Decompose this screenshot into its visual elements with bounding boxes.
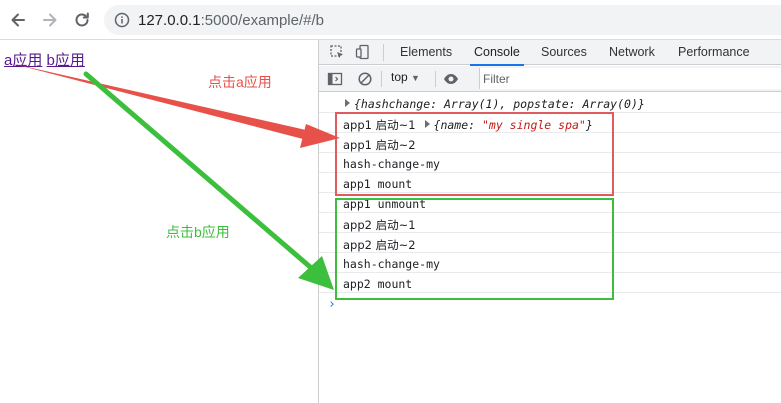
console-toolbar: top ▼ Filter xyxy=(319,66,781,92)
context-selector[interactable]: top ▼ xyxy=(391,70,420,84)
link-a-app[interactable]: a应用 xyxy=(4,52,42,69)
log-text: hash-change-my xyxy=(343,257,440,271)
link-b-app[interactable]: b应用 xyxy=(47,52,85,69)
log-text: hash-change-my xyxy=(343,157,440,171)
browser-toolbar: 127.0.0.1:5000/example/#/b xyxy=(0,0,781,40)
log-text: app2 启动~1 xyxy=(343,218,416,232)
log-object: {hashchange: Array(1), popstate: Array(0… xyxy=(354,97,645,111)
inspect-element-icon[interactable] xyxy=(329,44,345,60)
log-text: app1 mount xyxy=(343,177,413,191)
console-line: app1 mount xyxy=(319,173,781,193)
console-output: {hashchange: Array(1), popstate: Array(0… xyxy=(319,93,781,403)
arrow-left-icon xyxy=(11,13,25,27)
devtools-tabbar: Elements Console Sources Network Perform… xyxy=(319,40,781,66)
screenshot: 127.0.0.1:5000/example/#/b a应用 b应用 点击a应用… xyxy=(0,0,781,403)
tab-network[interactable]: Network xyxy=(609,40,655,65)
annotation-click-a: 点击a应用 xyxy=(208,74,272,90)
back-button[interactable] xyxy=(6,8,30,32)
expand-triangle-icon[interactable] xyxy=(345,99,350,107)
console-line: app1 unmount xyxy=(319,193,781,213)
green-arrow xyxy=(83,71,334,290)
device-toolbar-icon[interactable] xyxy=(355,44,371,60)
eye-icon[interactable] xyxy=(443,71,459,87)
annotation-click-b: 点击b应用 xyxy=(166,224,230,240)
console-line: app1 启动~2 xyxy=(319,133,781,153)
forward-button[interactable] xyxy=(38,8,62,32)
log-object-end: } xyxy=(585,118,593,132)
console-line: app1 启动~1 {name: "my single spa"} xyxy=(319,113,781,133)
log-object-key: {name: xyxy=(433,118,482,132)
console-line: app2 启动~1 xyxy=(319,213,781,233)
dropdown-arrow-icon: ▼ xyxy=(411,73,420,83)
log-text: app1 unmount xyxy=(343,197,427,211)
filter-placeholder: Filter xyxy=(483,72,510,86)
toolbar-divider xyxy=(381,71,382,87)
tabbar-divider xyxy=(383,44,384,61)
console-line-text: app1 启动~1 {name: "my single spa"} xyxy=(343,117,593,133)
log-text: app2 mount xyxy=(343,277,413,291)
toolbar-divider xyxy=(435,71,436,87)
console-prompt-icon[interactable]: › xyxy=(328,297,336,312)
arrow-right-icon xyxy=(43,13,57,27)
clear-console-icon[interactable] xyxy=(357,71,373,87)
sidebar-toggle-icon[interactable] xyxy=(327,71,343,87)
expand-triangle-icon[interactable] xyxy=(424,120,430,128)
page-links: a应用 b应用 xyxy=(4,49,85,70)
tab-elements[interactable]: Elements xyxy=(400,40,452,65)
console-line: hash-change-my xyxy=(319,253,781,273)
context-value: top xyxy=(391,70,408,84)
tab-console[interactable]: Console xyxy=(470,40,524,66)
url-text: 127.0.0.1:5000/example/#/b xyxy=(138,12,324,29)
log-text: app1 启动~2 xyxy=(343,138,416,152)
tab-sources[interactable]: Sources xyxy=(541,40,587,65)
log-text: app2 启动~2 xyxy=(343,238,416,252)
console-line: app2 mount xyxy=(319,273,781,293)
reload-icon xyxy=(75,12,89,27)
url-path: :5000/example/#/b xyxy=(200,12,324,29)
info-icon[interactable] xyxy=(114,12,130,28)
console-line: hash-change-my xyxy=(319,153,781,173)
reload-button[interactable] xyxy=(70,8,94,32)
console-line-text: {hashchange: Array(1), popstate: Array(0… xyxy=(343,97,645,111)
address-bar[interactable]: 127.0.0.1:5000/example/#/b xyxy=(104,5,781,35)
log-object-value: "my single spa" xyxy=(481,118,586,132)
console-line: app2 启动~2 xyxy=(319,233,781,253)
url-host: 127.0.0.1 xyxy=(138,12,201,29)
tab-performance[interactable]: Performance xyxy=(678,40,750,65)
console-filter-input[interactable]: Filter xyxy=(479,68,781,89)
log-text: app1 启动~1 xyxy=(343,118,416,132)
console-line: {hashchange: Array(1), popstate: Array(0… xyxy=(319,93,781,113)
red-arrow xyxy=(10,63,340,148)
devtools-panel: Elements Console Sources Network Perform… xyxy=(318,40,781,403)
